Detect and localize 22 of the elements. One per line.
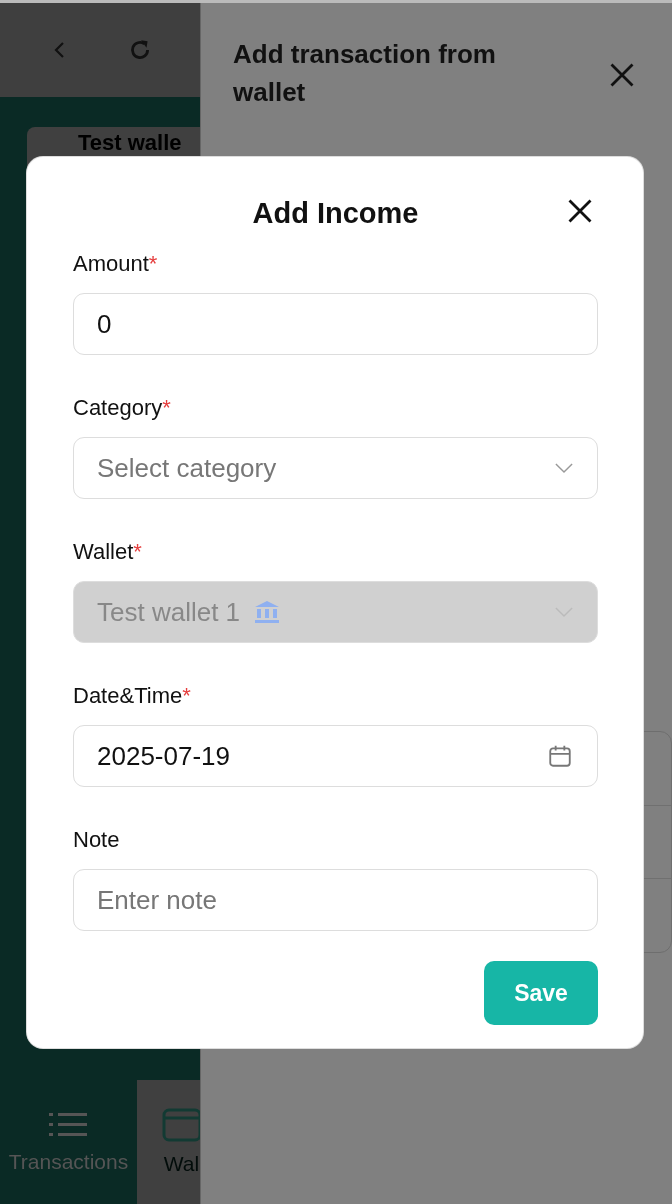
input-field[interactable]: 0 [73,293,598,355]
calendar-icon [547,743,573,769]
bank-icon [254,599,281,625]
field-label: Wallet [73,539,134,565]
close-icon[interactable] [566,197,594,225]
save-button[interactable]: Save [484,961,598,1025]
field-label: Amount [73,251,149,277]
field-label: Category [73,395,163,421]
required-mark: * [162,395,171,421]
required-mark: * [133,539,142,565]
wallet-icon [161,1108,200,1142]
required-mark: * [182,683,191,709]
chevron-down-icon [555,462,573,474]
date-field[interactable]: 2025-07-19 [73,725,598,787]
drawer-title: Add transaction from wallet [233,38,497,109]
wallet-name: Test walle [78,130,182,155]
modal-title: Add Income [252,197,419,231]
input-field[interactable]: Enter note [73,869,598,931]
field-label: Date&Time [73,683,183,709]
field-label: Note [73,827,120,853]
required-mark: * [148,251,158,277]
select-field[interactable]: Select category [73,437,598,499]
